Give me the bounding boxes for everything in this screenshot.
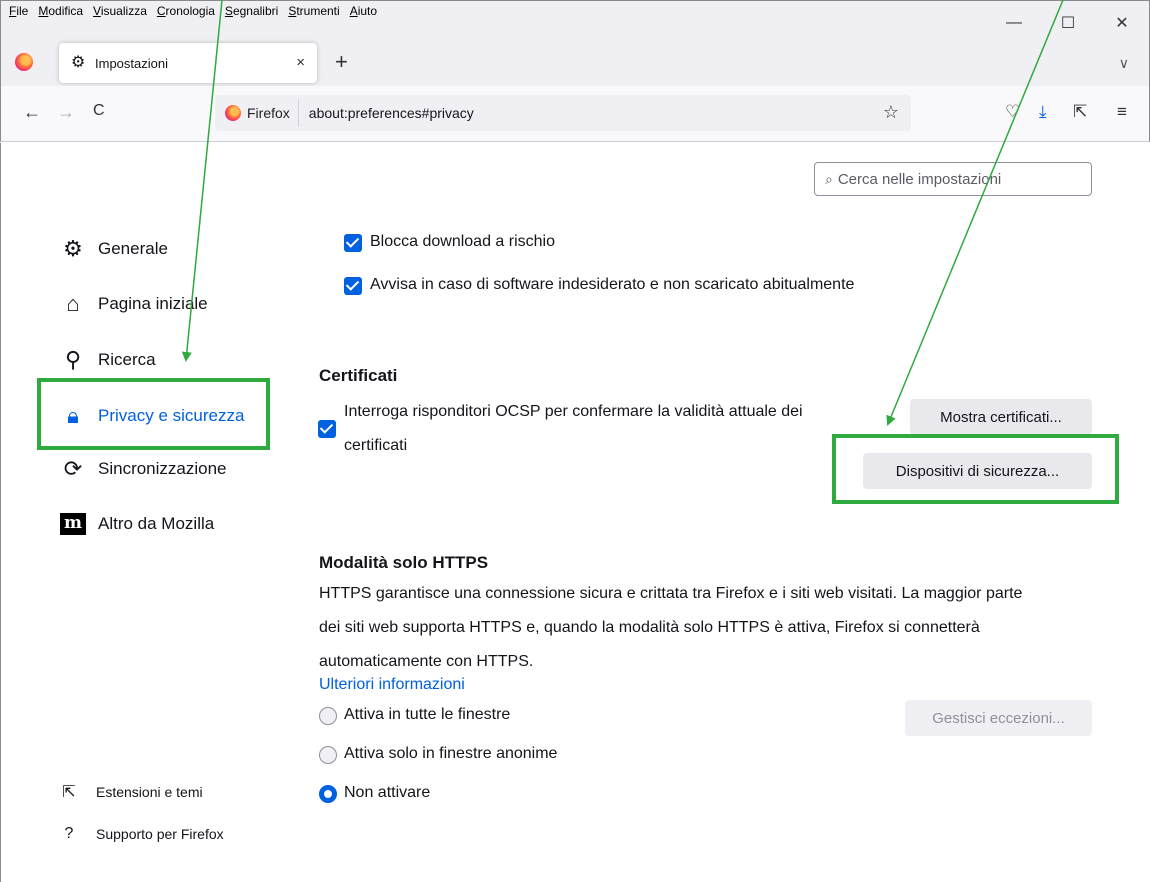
menu-cronologia[interactable]: Cronologia (157, 4, 215, 24)
menu-bar: File Modifica Visualizza Cronologia Segn… (9, 4, 377, 24)
maximize-button[interactable]: ☐ (1041, 1, 1095, 45)
radio-do-not-enable[interactable] (319, 785, 337, 803)
manage-exceptions-button[interactable]: Gestisci eccezioni... (905, 700, 1092, 736)
radio-label: Non attivare (344, 784, 431, 801)
search-placeholder: Cerca nelle impostazioni (837, 170, 1002, 188)
sidebar-item-generale[interactable]: ⚙ Generale (60, 236, 168, 262)
block-risky-downloads-label: Blocca download a rischio (370, 233, 555, 250)
sidebar-item-label: Altro da Mozilla (98, 514, 215, 533)
certificates-heading: Certificati (319, 366, 398, 385)
preferences-page: ⌕ Cerca nelle impostazioni ⚙ Generale ⌂ … (0, 143, 1150, 882)
extensions-icon[interactable]: ⇱ (1073, 102, 1087, 122)
block-risky-downloads-checkbox[interactable] (344, 234, 362, 252)
bookmark-star-icon[interactable]: ☆ (883, 102, 899, 123)
ocsp-label-line1: Interroga risponditori OCSP per conferma… (344, 403, 803, 420)
ocsp-checkbox[interactable] (318, 420, 336, 438)
downloads-icon[interactable]: ⤓ (1039, 102, 1047, 122)
https-only-line2: dei siti web supporta HTTPS e, quando la… (319, 619, 980, 636)
sidebar-item-sincronizzazione[interactable]: ⟳ Sincronizzazione (60, 456, 227, 482)
extensions-icon: ⇱ (62, 784, 76, 801)
menu-file[interactable]: File (9, 4, 28, 24)
radio-enable-private-only[interactable] (319, 746, 337, 764)
menu-aiuto[interactable]: Aiuto (350, 4, 377, 24)
sidebar-extensions-link[interactable]: ⇱ Estensioni e temi (60, 782, 203, 802)
url-text[interactable]: about:preferences#privacy (309, 105, 474, 121)
back-button[interactable]: ← (23, 102, 41, 123)
sidebar-item-mozilla[interactable]: m Altro da Mozilla (60, 513, 214, 535)
sidebar-item-ricerca[interactable]: ⚲ Ricerca (60, 347, 156, 373)
title-bar: File Modifica Visualizza Cronologia Segn… (0, 0, 1150, 86)
forward-button[interactable]: → (57, 102, 75, 123)
highlight-box-privacy (37, 378, 270, 450)
radio-label: Attiva in tutte le finestre (344, 706, 511, 723)
search-icon: ⌕ (825, 170, 833, 187)
url-bar[interactable]: Firefox about:preferences#privacy ☆ (215, 95, 911, 131)
list-all-tabs-icon[interactable]: ∨ (1119, 55, 1129, 72)
identity-label: Firefox (247, 105, 290, 121)
menu-modifica[interactable]: Modifica (38, 4, 83, 24)
tab-impostazioni[interactable]: ⚙ Impostazioni × (59, 43, 317, 83)
sidebar-item-label: Pagina iniziale (98, 294, 208, 313)
learn-more-link[interactable]: Ulteriori informazioni (319, 676, 465, 694)
close-tab-icon[interactable]: × (296, 54, 305, 71)
minimize-button[interactable]: — (987, 1, 1041, 45)
pocket-icon[interactable]: ♡ (1005, 102, 1020, 122)
firefox-view-icon[interactable] (15, 53, 33, 71)
sidebar-item-label: Generale (98, 239, 168, 258)
highlight-box-security-devices (832, 434, 1119, 504)
close-window-button[interactable]: ✕ (1095, 1, 1149, 45)
mozilla-icon: m (60, 513, 86, 535)
sidebar-footer-label: Estensioni e temi (96, 784, 203, 800)
sidebar-footer-label: Supporto per Firefox (96, 826, 224, 842)
radio-label: Attiva solo in finestre anonime (344, 745, 558, 762)
sidebar-item-label: Ricerca (98, 350, 156, 369)
home-icon: ⌂ (66, 291, 80, 316)
firefox-icon (225, 105, 241, 121)
search-icon: ⚲ (64, 347, 82, 372)
radio-enable-all-windows[interactable] (319, 707, 337, 725)
reload-button[interactable]: C (93, 102, 105, 120)
menu-strumenti[interactable]: Strumenti (288, 4, 339, 24)
identity-box[interactable]: Firefox (215, 99, 299, 127)
tab-title: Impostazioni (95, 55, 168, 71)
sidebar-item-label: Sincronizzazione (98, 459, 227, 478)
warn-unwanted-software-checkbox[interactable] (344, 277, 362, 295)
sidebar-item-pagina-iniziale[interactable]: ⌂ Pagina iniziale (60, 291, 208, 317)
menu-segnalibri[interactable]: Segnalibri (225, 4, 278, 24)
menu-visualizza[interactable]: Visualizza (93, 4, 147, 24)
search-input[interactable]: ⌕ Cerca nelle impostazioni (814, 162, 1092, 196)
gear-icon: ⚙ (71, 54, 86, 71)
navigation-bar: ← → C Firefox about:preferences#privacy … (0, 86, 1150, 142)
window-controls: — ☐ ✕ (987, 1, 1149, 45)
ocsp-label-line2: certificati (344, 437, 408, 454)
gear-icon: ⚙ (63, 236, 83, 261)
sidebar-support-link[interactable]: ? Supporto per Firefox (60, 825, 224, 843)
https-only-line1: HTTPS garantisce una connessione sicura … (319, 585, 1023, 602)
help-icon: ? (64, 825, 74, 842)
https-only-heading: Modalità solo HTTPS (319, 553, 489, 572)
https-only-line3: automaticamente con HTTPS. (319, 653, 534, 670)
show-certificates-button[interactable]: Mostra certificati... (910, 399, 1092, 435)
app-menu-icon[interactable]: ≡ (1117, 102, 1127, 122)
sync-icon: ⟳ (63, 456, 83, 481)
warn-unwanted-software-label: Avvisa in caso di software indesiderato … (370, 276, 855, 293)
new-tab-button[interactable]: + (335, 51, 348, 73)
